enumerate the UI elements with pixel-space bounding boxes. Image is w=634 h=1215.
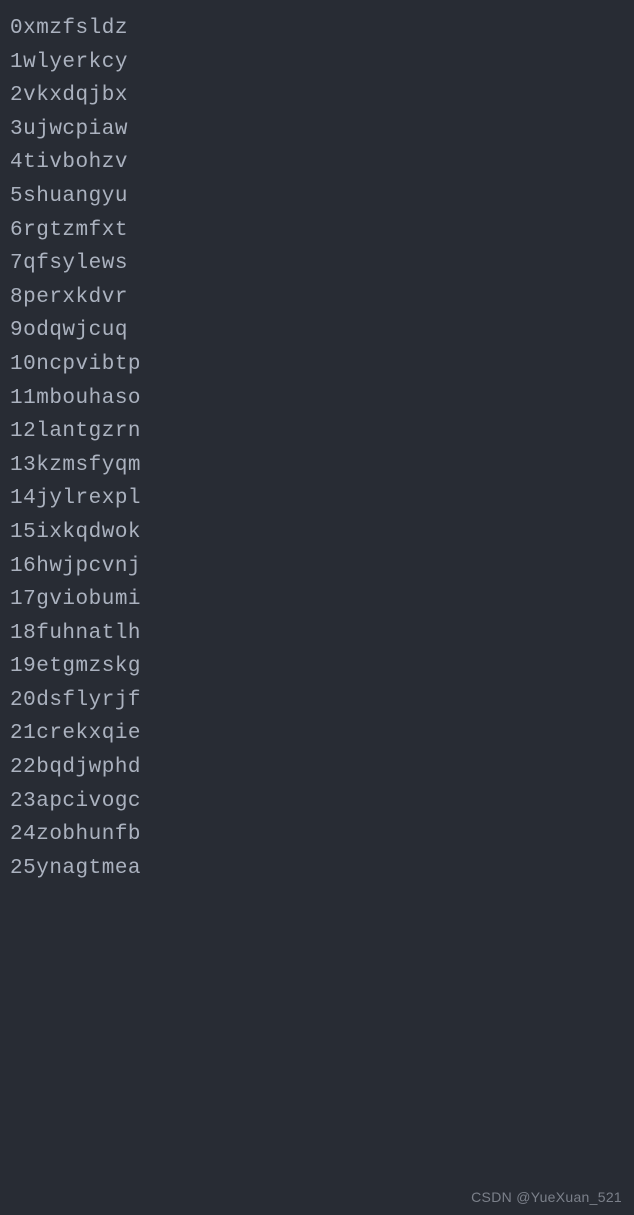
line-index: 12 (10, 415, 36, 449)
line-value: tivbohzv (23, 146, 128, 180)
output-line: 9 odqwjcuq (10, 314, 624, 348)
line-index: 2 (10, 79, 23, 113)
line-index: 13 (10, 449, 36, 483)
output-line: 21 crekxqie (10, 717, 624, 751)
line-value: ynagtmea (36, 852, 141, 886)
line-index: 18 (10, 617, 36, 651)
line-index: 23 (10, 785, 36, 819)
output-line: 22 bqdjwphd (10, 751, 624, 785)
output-line: 25 ynagtmea (10, 852, 624, 886)
line-index: 3 (10, 113, 23, 147)
output-line: 5 shuangyu (10, 180, 624, 214)
line-value: gviobumi (36, 583, 141, 617)
line-index: 19 (10, 650, 36, 684)
output-line: 6 rgtzmfxt (10, 214, 624, 248)
line-index: 10 (10, 348, 36, 382)
line-index: 25 (10, 852, 36, 886)
line-value: kzmsfyqm (36, 449, 141, 483)
output-line: 16 hwjpcvnj (10, 550, 624, 584)
line-index: 7 (10, 247, 23, 281)
line-value: perxkdvr (23, 281, 128, 315)
line-index: 4 (10, 146, 23, 180)
line-index: 8 (10, 281, 23, 315)
line-index: 20 (10, 684, 36, 718)
output-line: 1 wlyerkcy (10, 46, 624, 80)
line-index: 16 (10, 550, 36, 584)
output-line: 8 perxkdvr (10, 281, 624, 315)
output-line: 13 kzmsfyqm (10, 449, 624, 483)
line-value: xmzfsldz (23, 12, 128, 46)
output-line: 12 lantgzrn (10, 415, 624, 449)
watermark-text: CSDN @YueXuan_521 (471, 1189, 622, 1205)
line-value: ncpvibtp (36, 348, 141, 382)
line-index: 6 (10, 214, 23, 248)
terminal-output: 0 xmzfsldz1 wlyerkcy2 vkxdqjbx3 ujwcpiaw… (10, 12, 624, 885)
line-value: mbouhaso (36, 382, 141, 416)
output-line: 3 ujwcpiaw (10, 113, 624, 147)
line-index: 9 (10, 314, 23, 348)
line-index: 1 (10, 46, 23, 80)
line-index: 21 (10, 717, 36, 751)
line-index: 15 (10, 516, 36, 550)
line-value: jylrexpl (36, 482, 141, 516)
output-line: 10 ncpvibtp (10, 348, 624, 382)
line-value: fuhnatlh (36, 617, 141, 651)
line-index: 14 (10, 482, 36, 516)
output-line: 0 xmzfsldz (10, 12, 624, 46)
output-line: 4 tivbohzv (10, 146, 624, 180)
line-value: bqdjwphd (36, 751, 141, 785)
output-line: 15 ixkqdwok (10, 516, 624, 550)
line-value: lantgzrn (36, 415, 141, 449)
line-value: odqwjcuq (23, 314, 128, 348)
line-value: apcivogc (36, 785, 141, 819)
output-line: 18 fuhnatlh (10, 617, 624, 651)
output-line: 11 mbouhaso (10, 382, 624, 416)
line-index: 17 (10, 583, 36, 617)
line-value: ujwcpiaw (23, 113, 128, 147)
line-value: etgmzskg (36, 650, 141, 684)
output-line: 17 gviobumi (10, 583, 624, 617)
output-line: 2 vkxdqjbx (10, 79, 624, 113)
output-line: 19 etgmzskg (10, 650, 624, 684)
line-index: 11 (10, 382, 36, 416)
line-value: ixkqdwok (36, 516, 141, 550)
line-value: rgtzmfxt (23, 214, 128, 248)
line-value: dsflyrjf (36, 684, 141, 718)
line-value: qfsylews (23, 247, 128, 281)
line-value: vkxdqjbx (23, 79, 128, 113)
line-value: zobhunfb (36, 818, 141, 852)
line-value: wlyerkcy (23, 46, 128, 80)
output-line: 24 zobhunfb (10, 818, 624, 852)
output-line: 7 qfsylews (10, 247, 624, 281)
line-index: 22 (10, 751, 36, 785)
line-index: 24 (10, 818, 36, 852)
line-index: 0 (10, 12, 23, 46)
line-index: 5 (10, 180, 23, 214)
output-line: 23 apcivogc (10, 785, 624, 819)
line-value: hwjpcvnj (36, 550, 141, 584)
output-line: 14 jylrexpl (10, 482, 624, 516)
line-value: shuangyu (23, 180, 128, 214)
output-line: 20 dsflyrjf (10, 684, 624, 718)
line-value: crekxqie (36, 717, 141, 751)
